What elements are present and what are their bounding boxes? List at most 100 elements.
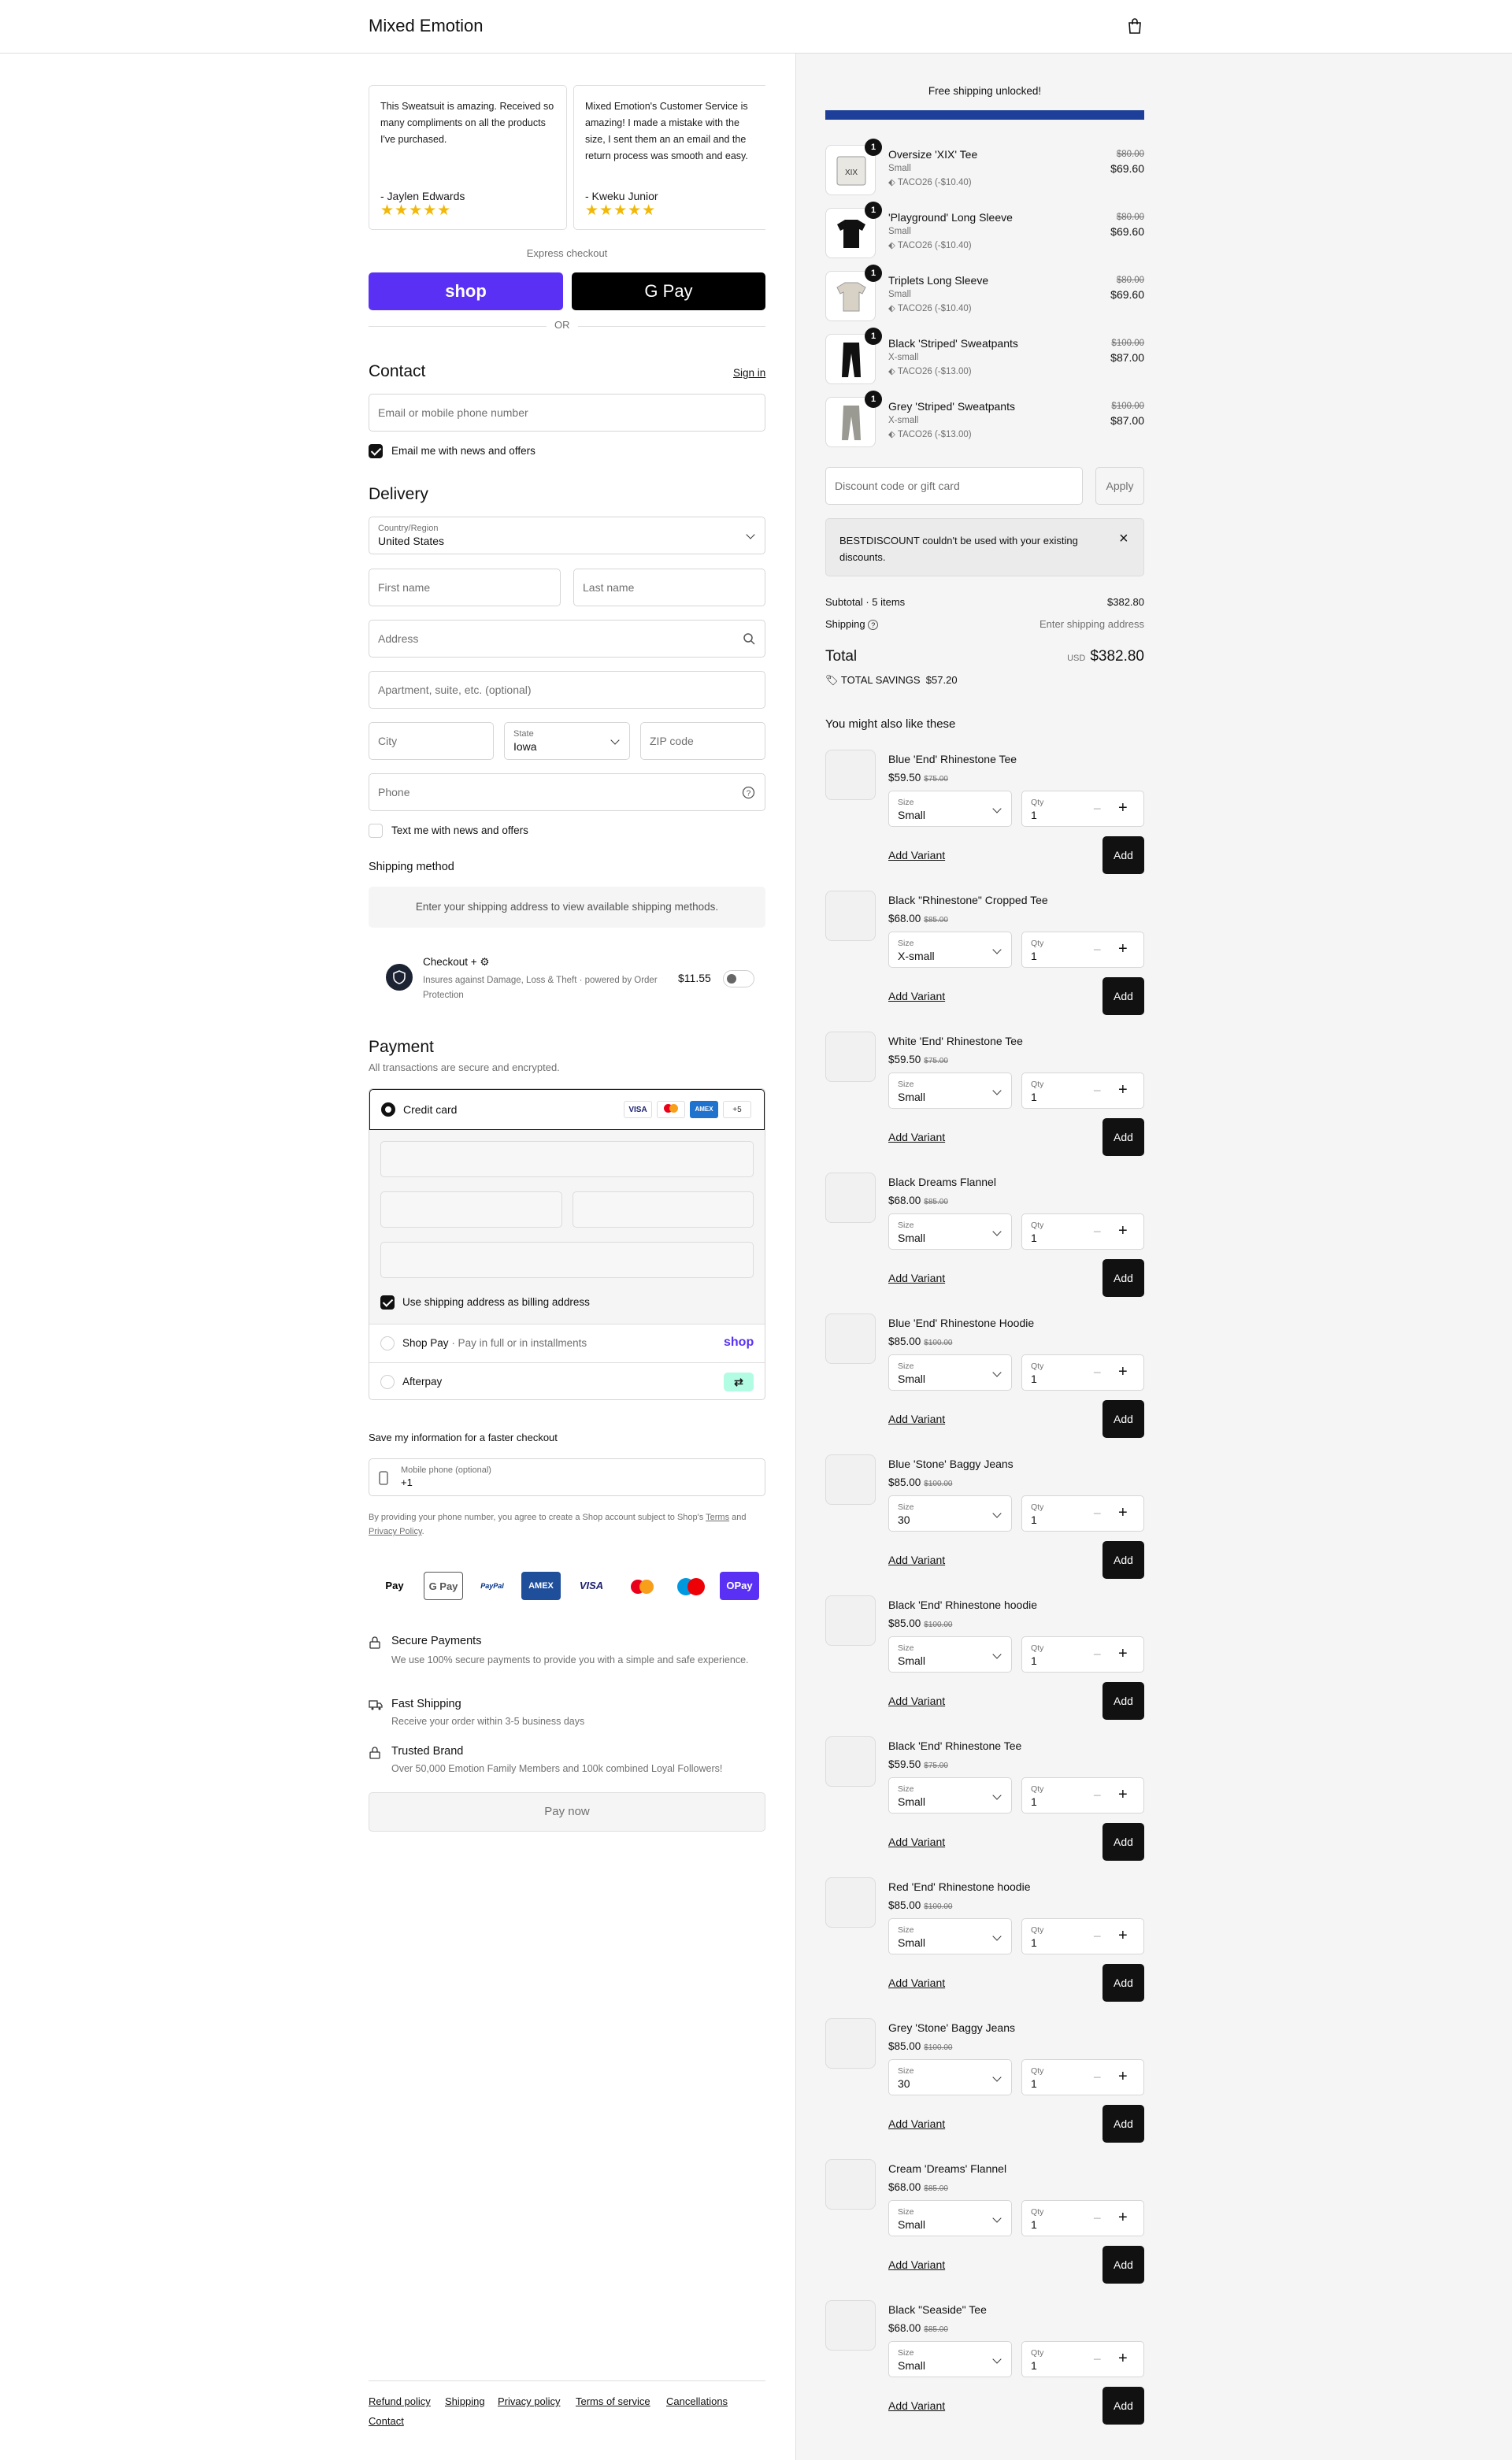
quantity-stepper[interactable]: Qty 1− + bbox=[1021, 1777, 1144, 1814]
size-select[interactable]: Size 30 bbox=[888, 1495, 1012, 1532]
quantity-stepper[interactable]: Qty 1− + bbox=[1021, 1636, 1144, 1673]
plus-icon[interactable]: + bbox=[1118, 1927, 1128, 1945]
footer-contact-link[interactable]: Contact bbox=[369, 2415, 404, 2427]
protection-toggle[interactable] bbox=[723, 970, 754, 987]
email-news-checkbox[interactable] bbox=[369, 444, 383, 458]
close-icon[interactable]: × bbox=[1119, 530, 1128, 548]
add-variant-link[interactable]: Add Variant bbox=[888, 1554, 945, 1566]
plus-icon[interactable]: + bbox=[1118, 1645, 1128, 1663]
size-select[interactable]: Size Small bbox=[888, 2200, 1012, 2236]
card-expiry-field[interactable] bbox=[380, 1191, 562, 1228]
email-field[interactable]: Email or mobile phone number bbox=[369, 394, 765, 432]
card-number-field[interactable] bbox=[380, 1141, 754, 1177]
discount-code-field[interactable]: Discount code or gift card bbox=[825, 467, 1083, 505]
quantity-stepper[interactable]: Qty 1− + bbox=[1021, 2341, 1144, 2377]
google-pay-button[interactable]: G Pay bbox=[572, 272, 765, 310]
help-icon[interactable]: ? bbox=[742, 786, 755, 799]
add-button[interactable]: Add bbox=[1102, 1823, 1144, 1861]
add-variant-link[interactable]: Add Variant bbox=[888, 990, 945, 1002]
size-select[interactable]: Size Small bbox=[888, 791, 1012, 827]
footer-terms-link[interactable]: Terms of service bbox=[576, 2395, 650, 2407]
minus-icon[interactable]: − bbox=[1093, 1224, 1102, 1240]
afterpay-radio[interactable] bbox=[380, 1375, 395, 1389]
apartment-field[interactable]: Apartment, suite, etc. (optional) bbox=[369, 671, 765, 709]
country-select[interactable]: Country/Region United States bbox=[369, 517, 765, 554]
minus-icon[interactable]: − bbox=[1093, 1365, 1102, 1381]
minus-icon[interactable]: − bbox=[1093, 1788, 1102, 1804]
minus-icon[interactable]: − bbox=[1093, 1506, 1102, 1522]
size-select[interactable]: Size 30 bbox=[888, 2059, 1012, 2095]
credit-card-radio[interactable] bbox=[381, 1102, 395, 1117]
add-button[interactable]: Add bbox=[1102, 2387, 1144, 2425]
add-variant-link[interactable]: Add Variant bbox=[888, 849, 945, 861]
apply-discount-button[interactable]: Apply bbox=[1095, 467, 1144, 505]
add-variant-link[interactable]: Add Variant bbox=[888, 1695, 945, 1707]
size-select[interactable]: Size X-small bbox=[888, 932, 1012, 968]
shop-pay-radio[interactable] bbox=[380, 1336, 395, 1350]
plus-icon[interactable]: + bbox=[1118, 1786, 1128, 1804]
size-select[interactable]: Size Small bbox=[888, 1073, 1012, 1109]
card-cvv-field[interactable] bbox=[573, 1191, 754, 1228]
add-variant-link[interactable]: Add Variant bbox=[888, 2117, 945, 2130]
size-select[interactable]: Size Small bbox=[888, 2341, 1012, 2377]
first-name-field[interactable]: First name bbox=[369, 569, 561, 606]
add-button[interactable]: Add bbox=[1102, 836, 1144, 874]
quantity-stepper[interactable]: Qty 1− + bbox=[1021, 1213, 1144, 1250]
add-variant-link[interactable]: Add Variant bbox=[888, 1836, 945, 1848]
plus-icon[interactable]: + bbox=[1118, 1504, 1128, 1522]
plus-icon[interactable]: + bbox=[1118, 1363, 1128, 1381]
plus-icon[interactable]: + bbox=[1118, 1081, 1128, 1099]
shop-pay-button[interactable]: shop bbox=[369, 272, 563, 310]
terms-link[interactable]: Terms bbox=[706, 1513, 729, 1522]
zip-field[interactable]: ZIP code bbox=[640, 722, 765, 760]
add-button[interactable]: Add bbox=[1102, 1259, 1144, 1297]
minus-icon[interactable]: − bbox=[1093, 1647, 1102, 1663]
add-button[interactable]: Add bbox=[1102, 1682, 1144, 1720]
text-news-checkbox[interactable] bbox=[369, 824, 383, 838]
pay-now-button[interactable]: Pay now bbox=[369, 1792, 765, 1832]
card-name-field[interactable] bbox=[380, 1242, 754, 1278]
add-variant-link[interactable]: Add Variant bbox=[888, 2399, 945, 2412]
minus-icon[interactable]: − bbox=[1093, 1928, 1102, 1945]
quantity-stepper[interactable]: Qty 1− + bbox=[1021, 791, 1144, 827]
size-select[interactable]: Size Small bbox=[888, 1213, 1012, 1250]
add-button[interactable]: Add bbox=[1102, 977, 1144, 1015]
quantity-stepper[interactable]: Qty 1− + bbox=[1021, 1073, 1144, 1109]
afterpay-option[interactable]: Afterpay ⇄ bbox=[369, 1363, 765, 1399]
minus-icon[interactable]: − bbox=[1093, 1083, 1102, 1099]
credit-card-option[interactable]: Credit card VISA AMEX +5 bbox=[369, 1089, 765, 1130]
quantity-stepper[interactable]: Qty 1− + bbox=[1021, 932, 1144, 968]
minus-icon[interactable]: − bbox=[1093, 942, 1102, 958]
add-variant-link[interactable]: Add Variant bbox=[888, 1413, 945, 1425]
privacy-link[interactable]: Privacy Policy bbox=[369, 1527, 422, 1536]
size-select[interactable]: Size Small bbox=[888, 1354, 1012, 1391]
add-variant-link[interactable]: Add Variant bbox=[888, 1272, 945, 1284]
footer-cancellations-link[interactable]: Cancellations bbox=[666, 2395, 728, 2407]
minus-icon[interactable]: − bbox=[1093, 2351, 1102, 2368]
add-button[interactable]: Add bbox=[1102, 1118, 1144, 1156]
brand-logo[interactable]: Mixed Emotion bbox=[369, 16, 484, 36]
plus-icon[interactable]: + bbox=[1118, 2350, 1128, 2368]
plus-icon[interactable]: + bbox=[1118, 2068, 1128, 2086]
add-button[interactable]: Add bbox=[1102, 1541, 1144, 1579]
shop-pay-option[interactable]: Shop Pay · Pay in full or in installment… bbox=[369, 1324, 765, 1362]
add-button[interactable]: Add bbox=[1102, 2246, 1144, 2284]
plus-icon[interactable]: + bbox=[1118, 1222, 1128, 1240]
size-select[interactable]: Size Small bbox=[888, 1918, 1012, 1954]
add-button[interactable]: Add bbox=[1102, 1400, 1144, 1438]
footer-refund-link[interactable]: Refund policy bbox=[369, 2395, 431, 2407]
add-button[interactable]: Add bbox=[1102, 2105, 1144, 2143]
plus-icon[interactable]: + bbox=[1118, 2209, 1128, 2227]
minus-icon[interactable]: − bbox=[1093, 2069, 1102, 2086]
minus-icon[interactable]: − bbox=[1093, 2210, 1102, 2227]
size-select[interactable]: Size Small bbox=[888, 1777, 1012, 1814]
plus-icon[interactable]: + bbox=[1118, 799, 1128, 817]
quantity-stepper[interactable]: Qty 1− + bbox=[1021, 2200, 1144, 2236]
quantity-stepper[interactable]: Qty 1− + bbox=[1021, 2059, 1144, 2095]
add-variant-link[interactable]: Add Variant bbox=[888, 1977, 945, 1989]
last-name-field[interactable]: Last name bbox=[573, 569, 765, 606]
city-field[interactable]: City bbox=[369, 722, 494, 760]
address-field[interactable]: Address bbox=[369, 620, 765, 658]
plus-icon[interactable]: + bbox=[1118, 940, 1128, 958]
size-select[interactable]: Size Small bbox=[888, 1636, 1012, 1673]
